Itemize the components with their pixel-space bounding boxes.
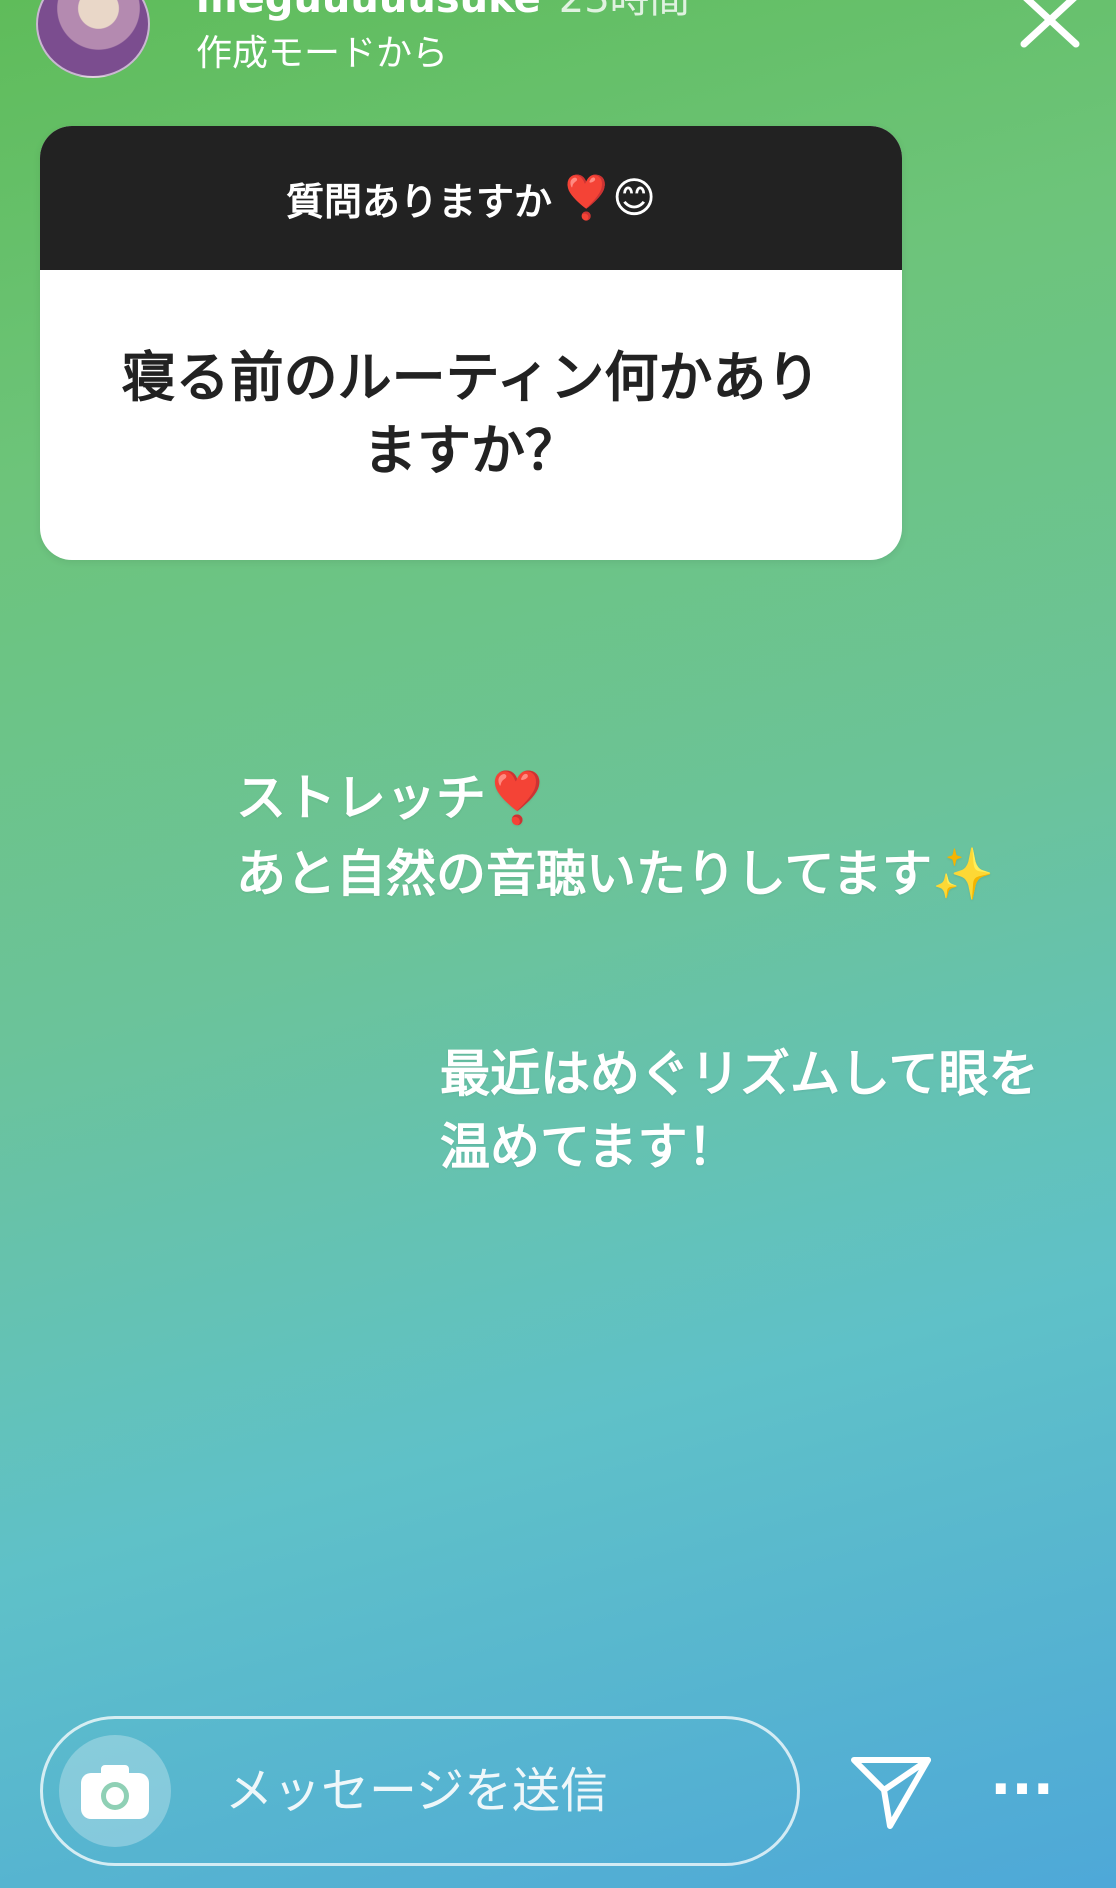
question-sticker-title: 質問ありますか — [285, 179, 552, 224]
message-input[interactable]: メッセージを送信 — [40, 1716, 800, 1866]
story-view: meguuuuusuke 23時間 作成モードから 質問ありますか ❣️😊 寝る前… — [0, 0, 1116, 1888]
close-icon — [1020, 0, 1080, 48]
question-sticker-header: 質問ありますか ❣️😊 — [40, 126, 902, 270]
send-button[interactable] — [846, 1746, 936, 1836]
avatar[interactable] — [36, 0, 150, 78]
send-icon — [851, 1757, 931, 1829]
story-subtitle: 作成モードから — [196, 33, 449, 74]
answer-line-1: ストレッチ❣️ — [236, 769, 549, 827]
question-sticker[interactable]: 質問ありますか ❣️😊 寝る前のルーティン何かありますか？ — [40, 126, 902, 560]
more-button[interactable]: ··· — [990, 1760, 1054, 1820]
answer-line-2: あと自然の音聴いたりしてます✨ — [236, 845, 995, 903]
story-username[interactable]: meguuuuusuke 23時間 — [196, 0, 690, 24]
story-time: 23時間 — [559, 0, 690, 22]
message-placeholder: メッセージを送信 — [225, 1763, 609, 1819]
answer-line-3: 最近はめぐリズムして眼を温めてます！ — [440, 1045, 1039, 1176]
camera-icon — [81, 1765, 149, 1819]
username-text: meguuuuusuke — [196, 0, 541, 22]
more-icon: ··· — [990, 1757, 1054, 1822]
camera-button[interactable] — [59, 1735, 171, 1847]
question-sticker-emoji: ❣️😊 — [559, 173, 657, 222]
question-text: 寝る前のルーティン何かありますか？ — [121, 346, 821, 482]
close-button[interactable] — [1010, 0, 1090, 60]
